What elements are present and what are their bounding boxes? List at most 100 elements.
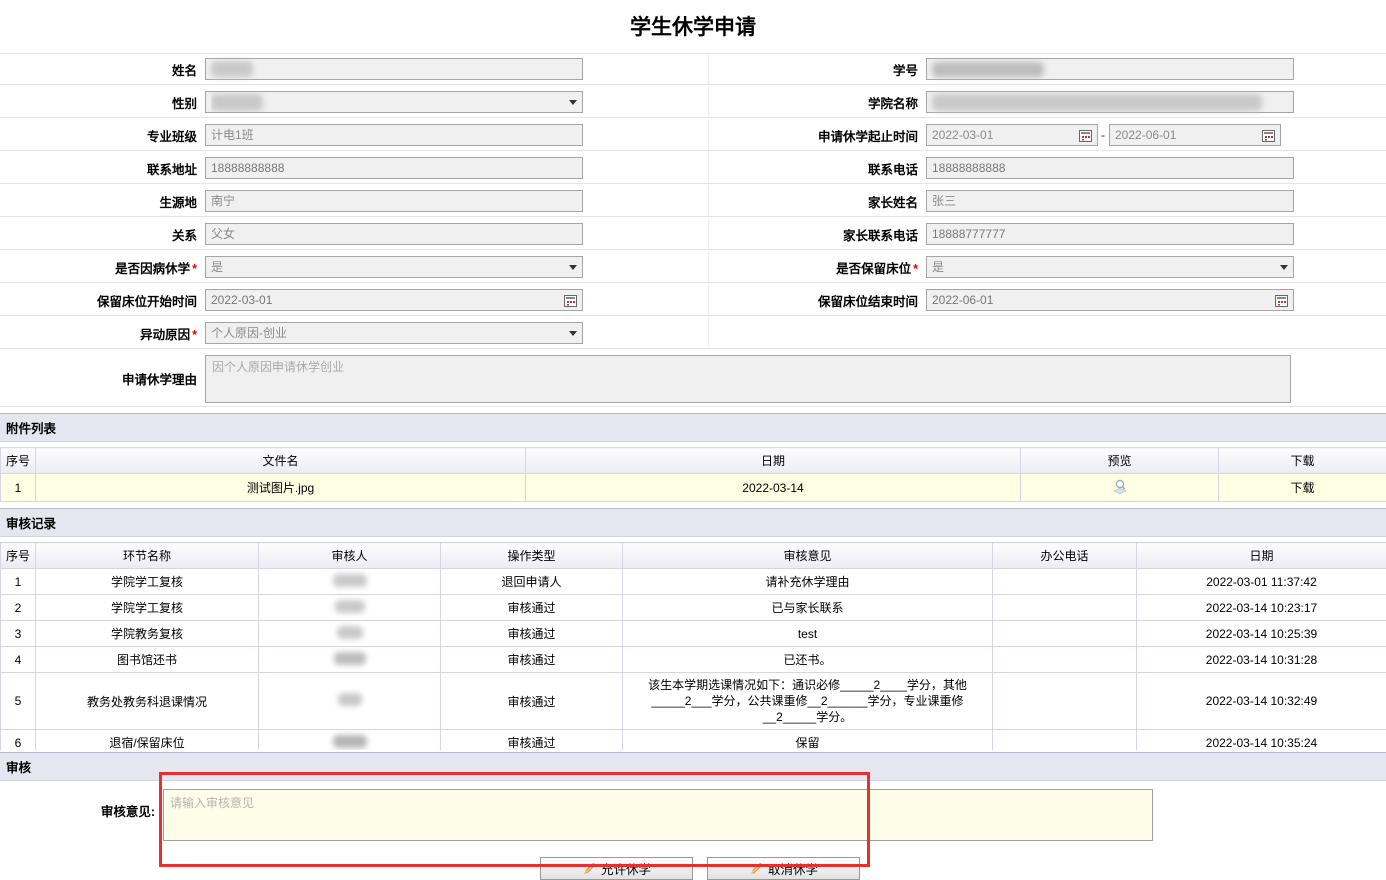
col-header-phone: 办公电话 bbox=[993, 543, 1137, 569]
review-comment-label: 审核意见: bbox=[0, 789, 163, 841]
attachment-no: 1 bbox=[1, 474, 36, 502]
bed-end-label: 保留床位结束时间 bbox=[709, 291, 926, 310]
review-date: 2022-03-14 10:32:49 bbox=[1137, 673, 1386, 730]
review-action-section: 审核 审核意见: 允许休学 取消休学 bbox=[0, 752, 1386, 880]
review-reviewer bbox=[259, 730, 441, 751]
review-comment-input[interactable] bbox=[163, 789, 1153, 841]
parent-name-label: 家长姓名 bbox=[709, 192, 926, 211]
origin-field[interactable]: 南宁 bbox=[205, 190, 583, 212]
chevron-down-icon bbox=[569, 100, 577, 105]
gender-select[interactable] bbox=[205, 91, 583, 113]
review-row: 3 学院教务复核 审核通过 test 2022-03-14 10:25:39 bbox=[1, 621, 1386, 647]
col-header-preview: 预览 bbox=[1021, 448, 1219, 474]
review-phone bbox=[993, 673, 1137, 730]
keep-bed-label: 是否保留床位* bbox=[709, 258, 926, 277]
col-header-date: 日期 bbox=[526, 448, 1021, 474]
leave-reason-textarea[interactable]: 因个人原因申请休学创业 bbox=[205, 355, 1291, 403]
review-row: 1 学院学工复核 退回申请人 请补充休学理由 2022-03-01 11:37:… bbox=[1, 569, 1386, 595]
required-asterisk: * bbox=[192, 262, 197, 276]
review-action: 审核通过 bbox=[441, 730, 623, 751]
review-step: 退宿/保留床位 bbox=[36, 730, 259, 751]
review-action: 审核通过 bbox=[441, 647, 623, 673]
review-comment: test bbox=[623, 621, 993, 647]
review-row: 2 学院学工复核 审核通过 已与家长联系 2022-03-14 10:23:17 bbox=[1, 595, 1386, 621]
form-row: 是否因病休学* 是 是否保留床位* 是 bbox=[0, 252, 1386, 283]
col-header-date: 日期 bbox=[1137, 543, 1386, 569]
review-action: 退回申请人 bbox=[441, 569, 623, 595]
keep-bed-select[interactable]: 是 bbox=[926, 256, 1294, 278]
leave-period-label: 申请休学起止时间 bbox=[709, 126, 926, 145]
attachment-row: 1 测试图片.jpg 2022-03-14 下载 bbox=[1, 474, 1386, 502]
review-action: 审核通过 bbox=[441, 621, 623, 647]
major-class-label: 专业班级 bbox=[0, 126, 205, 145]
relation-label: 关系 bbox=[0, 225, 205, 244]
leave-end-date-field[interactable]: 2022-06-01 bbox=[1109, 124, 1281, 146]
approve-leave-button[interactable]: 允许休学 bbox=[540, 857, 693, 880]
col-header-download: 下载 bbox=[1219, 448, 1386, 474]
contact-phone-label: 联系电话 bbox=[709, 159, 926, 178]
student-id-label: 学号 bbox=[709, 60, 926, 79]
review-step: 学院教务复核 bbox=[36, 621, 259, 647]
attachment-date: 2022-03-14 bbox=[526, 474, 1021, 502]
sick-leave-label: 是否因病休学* bbox=[0, 258, 205, 277]
form-row: 专业班级 计电1班 申请休学起止时间 2022-03-01 - 2022-06-… bbox=[0, 120, 1386, 151]
bed-start-date-field[interactable]: 2022-03-01 bbox=[205, 289, 583, 311]
review-row: 4 图书馆还书 审核通过 已还书。 2022-03-14 10:31:28 bbox=[1, 647, 1386, 673]
col-header-action: 操作类型 bbox=[441, 543, 623, 569]
review-comment: 保留 bbox=[623, 730, 993, 751]
redacted-value bbox=[932, 62, 1044, 77]
chevron-down-icon bbox=[569, 265, 577, 270]
parent-name-field[interactable]: 张三 bbox=[926, 190, 1294, 212]
attachments-section-title: 附件列表 bbox=[0, 413, 1386, 442]
change-reason-select[interactable]: 个人原因-创业 bbox=[205, 322, 583, 344]
form-row: 性别 学院名称 bbox=[0, 87, 1386, 118]
calendar-icon[interactable] bbox=[1079, 129, 1092, 142]
contact-address-field[interactable]: 18888888888 bbox=[205, 157, 583, 179]
chevron-down-icon bbox=[569, 331, 577, 336]
attachments-header-row: 序号 文件名 日期 预览 下载 bbox=[1, 448, 1386, 474]
attachments-table: 序号 文件名 日期 预览 下载 1 测试图片.jpg 2022-03-14 下载 bbox=[0, 447, 1386, 502]
review-header-row: 序号 环节名称 审核人 操作类型 审核意见 办公电话 日期 bbox=[1, 543, 1386, 569]
contact-phone-field[interactable]: 18888888888 bbox=[926, 157, 1294, 179]
review-phone bbox=[993, 595, 1137, 621]
attachment-preview-cell[interactable] bbox=[1021, 474, 1219, 502]
review-comment: 已还书。 bbox=[623, 647, 993, 673]
magnifier-icon[interactable] bbox=[1110, 478, 1130, 494]
review-comment: 请补充休学理由 bbox=[623, 569, 993, 595]
name-field[interactable] bbox=[205, 58, 583, 80]
pencil-icon bbox=[749, 862, 763, 876]
calendar-icon[interactable] bbox=[564, 294, 577, 307]
parent-phone-field[interactable]: 18888777777 bbox=[926, 223, 1294, 245]
origin-label: 生源地 bbox=[0, 192, 205, 211]
calendar-icon[interactable] bbox=[1275, 294, 1288, 307]
review-records-wrap: 序号 环节名称 审核人 操作类型 审核意见 办公电话 日期 1 学院学工复核 退… bbox=[0, 537, 1386, 750]
leave-start-date-field[interactable]: 2022-03-01 bbox=[926, 124, 1098, 146]
sick-leave-select[interactable]: 是 bbox=[205, 256, 583, 278]
col-header-filename: 文件名 bbox=[36, 448, 526, 474]
review-reviewer bbox=[259, 621, 441, 647]
review-no: 5 bbox=[1, 673, 36, 730]
review-step: 图书馆还书 bbox=[36, 647, 259, 673]
bed-end-date-field[interactable]: 2022-06-01 bbox=[926, 289, 1294, 311]
form-row: 姓名 学号 bbox=[0, 54, 1386, 85]
name-label: 姓名 bbox=[0, 60, 205, 79]
review-reviewer bbox=[259, 595, 441, 621]
review-phone bbox=[993, 569, 1137, 595]
student-id-field[interactable] bbox=[926, 58, 1294, 80]
relation-field[interactable]: 父女 bbox=[205, 223, 583, 245]
redacted-value bbox=[211, 94, 263, 111]
required-asterisk: * bbox=[192, 328, 197, 342]
review-reviewer bbox=[259, 673, 441, 730]
major-class-field[interactable]: 计电1班 bbox=[205, 124, 583, 146]
calendar-icon[interactable] bbox=[1262, 129, 1275, 142]
review-reviewer bbox=[259, 569, 441, 595]
cancel-leave-button[interactable]: 取消休学 bbox=[707, 857, 860, 880]
download-link[interactable]: 下载 bbox=[1290, 481, 1314, 495]
review-row: 6 退宿/保留床位 审核通过 保留 2022-03-14 10:35:24 bbox=[1, 730, 1386, 751]
review-no: 4 bbox=[1, 647, 36, 673]
review-row: 5 教务处教务科退课情况 审核通过 该生本学期选课情况如下：通识必修_____2… bbox=[1, 673, 1386, 730]
review-date: 2022-03-14 10:31:28 bbox=[1137, 647, 1386, 673]
college-field[interactable] bbox=[926, 91, 1294, 113]
col-header-no: 序号 bbox=[1, 543, 36, 569]
review-action: 审核通过 bbox=[441, 595, 623, 621]
